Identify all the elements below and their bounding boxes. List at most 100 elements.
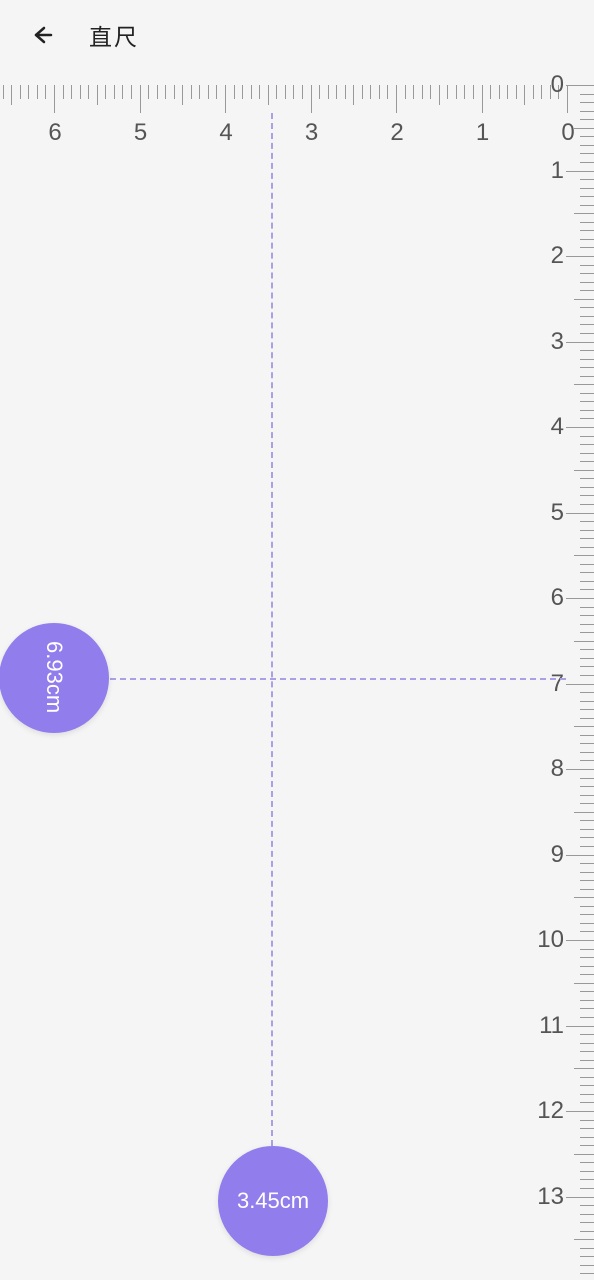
h-label: 1 bbox=[476, 119, 489, 147]
h-tick bbox=[413, 85, 414, 99]
h-tick bbox=[216, 85, 217, 99]
v-tick bbox=[580, 367, 594, 368]
guide-line-vertical[interactable] bbox=[271, 113, 273, 1146]
horizontal-measure-marker[interactable]: 6.93cm bbox=[0, 623, 109, 733]
v-tick bbox=[566, 513, 594, 514]
h-tick bbox=[37, 85, 38, 99]
v-tick bbox=[580, 359, 594, 360]
v-tick bbox=[580, 632, 594, 633]
v-tick bbox=[574, 213, 594, 214]
v-tick bbox=[580, 666, 594, 667]
h-tick bbox=[3, 85, 4, 99]
v-tick bbox=[566, 684, 594, 685]
h-tick bbox=[242, 85, 243, 99]
v-tick bbox=[580, 102, 594, 103]
v-tick bbox=[580, 418, 594, 419]
v-tick bbox=[580, 752, 594, 753]
h-tick bbox=[131, 85, 132, 99]
v-tick bbox=[566, 940, 594, 941]
v-tick bbox=[580, 658, 594, 659]
back-icon[interactable] bbox=[30, 23, 54, 47]
v-tick bbox=[580, 572, 594, 573]
v-tick bbox=[580, 495, 594, 496]
v-tick bbox=[580, 196, 594, 197]
v-tick bbox=[580, 760, 594, 761]
v-tick bbox=[580, 1188, 594, 1189]
h-tick bbox=[268, 85, 269, 105]
v-tick bbox=[580, 966, 594, 967]
h-tick bbox=[199, 85, 200, 99]
v-tick bbox=[580, 795, 594, 796]
v-tick bbox=[580, 1256, 594, 1257]
v-tick bbox=[580, 1214, 594, 1215]
h-label: 5 bbox=[134, 119, 147, 147]
v-tick bbox=[574, 384, 594, 385]
h-tick bbox=[208, 85, 209, 99]
v-tick bbox=[580, 478, 594, 479]
v-tick bbox=[580, 624, 594, 625]
v-tick bbox=[580, 931, 594, 932]
h-tick bbox=[387, 85, 388, 99]
h-tick bbox=[293, 85, 294, 99]
h-tick bbox=[302, 85, 303, 99]
h-tick bbox=[499, 85, 500, 99]
h-tick bbox=[533, 85, 534, 99]
v-tick bbox=[580, 205, 594, 206]
v-tick bbox=[580, 461, 594, 462]
v-tick bbox=[580, 786, 594, 787]
v-tick bbox=[580, 333, 594, 334]
h-tick bbox=[353, 85, 354, 105]
v-tick bbox=[580, 504, 594, 505]
v-tick bbox=[574, 1154, 594, 1155]
v-label: 12 bbox=[537, 1097, 564, 1125]
v-label: 6 bbox=[551, 584, 564, 612]
h-tick bbox=[379, 85, 380, 99]
h-tick bbox=[328, 85, 329, 99]
ruler-vertical: 012345678910111213 bbox=[539, 85, 594, 1280]
v-tick bbox=[580, 649, 594, 650]
vertical-measure-marker[interactable]: 3.45cm bbox=[218, 1146, 328, 1256]
v-tick bbox=[580, 974, 594, 975]
v-tick bbox=[580, 307, 594, 308]
h-label: 2 bbox=[390, 119, 403, 147]
v-tick bbox=[580, 957, 594, 958]
h-tick bbox=[259, 85, 260, 99]
v-tick bbox=[580, 1051, 594, 1052]
v-tick bbox=[580, 1017, 594, 1018]
v-tick bbox=[580, 265, 594, 266]
v-tick bbox=[580, 444, 594, 445]
h-tick bbox=[71, 85, 72, 99]
h-tick bbox=[140, 85, 141, 113]
v-tick bbox=[580, 1248, 594, 1249]
v-tick bbox=[574, 128, 594, 129]
v-tick bbox=[580, 179, 594, 180]
v-tick bbox=[566, 342, 594, 343]
v-tick bbox=[574, 897, 594, 898]
v-tick bbox=[580, 615, 594, 616]
v-tick bbox=[580, 863, 594, 864]
v-tick bbox=[566, 1197, 594, 1198]
v-tick bbox=[580, 119, 594, 120]
h-tick bbox=[524, 85, 525, 105]
h-tick bbox=[456, 85, 457, 99]
v-tick bbox=[566, 85, 594, 86]
h-label: 3 bbox=[305, 119, 318, 147]
v-tick bbox=[580, 282, 594, 283]
page-title: 直尺 bbox=[89, 18, 139, 52]
v-tick bbox=[580, 222, 594, 223]
h-tick bbox=[490, 85, 491, 99]
h-tick bbox=[234, 85, 235, 99]
v-tick bbox=[580, 589, 594, 590]
v-tick bbox=[580, 1171, 594, 1172]
v-tick bbox=[580, 111, 594, 112]
h-tick bbox=[97, 85, 98, 105]
h-tick bbox=[345, 85, 346, 99]
h-tick bbox=[88, 85, 89, 99]
v-tick bbox=[580, 1231, 594, 1232]
h-tick bbox=[464, 85, 465, 99]
v-tick bbox=[566, 1111, 594, 1112]
v-tick bbox=[580, 530, 594, 531]
v-tick bbox=[580, 692, 594, 693]
v-tick bbox=[566, 1026, 594, 1027]
v-tick bbox=[580, 880, 594, 881]
